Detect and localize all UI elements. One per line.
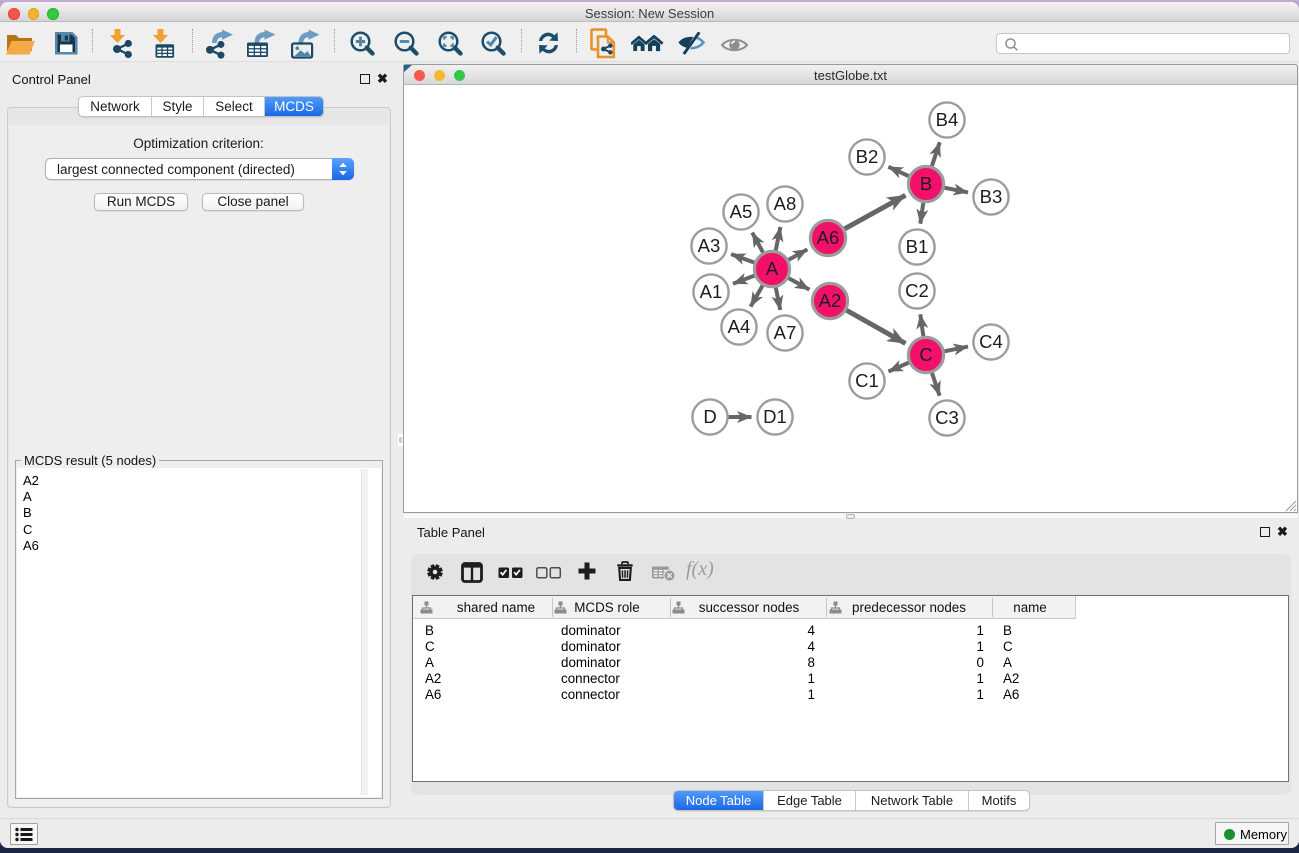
svg-text:C: C [919,344,932,365]
svg-text:B: B [920,173,932,194]
svg-text:C4: C4 [979,331,1003,352]
svg-text:A5: A5 [730,201,753,222]
svg-text:B1: B1 [906,236,929,257]
svg-text:A3: A3 [698,235,721,256]
svg-text:A8: A8 [774,193,797,214]
svg-text:D: D [703,406,716,427]
svg-text:A4: A4 [728,316,751,337]
svg-text:A1: A1 [700,281,723,302]
svg-text:A6: A6 [817,227,840,248]
svg-text:A2: A2 [819,290,842,311]
svg-text:B2: B2 [856,146,879,167]
svg-text:A7: A7 [774,322,797,343]
svg-text:D1: D1 [763,406,787,427]
svg-text:C1: C1 [855,370,879,391]
svg-text:C3: C3 [935,407,959,428]
svg-text:B4: B4 [936,109,959,130]
svg-text:C2: C2 [905,280,929,301]
svg-text:B3: B3 [980,186,1003,207]
svg-text:A: A [766,258,779,279]
